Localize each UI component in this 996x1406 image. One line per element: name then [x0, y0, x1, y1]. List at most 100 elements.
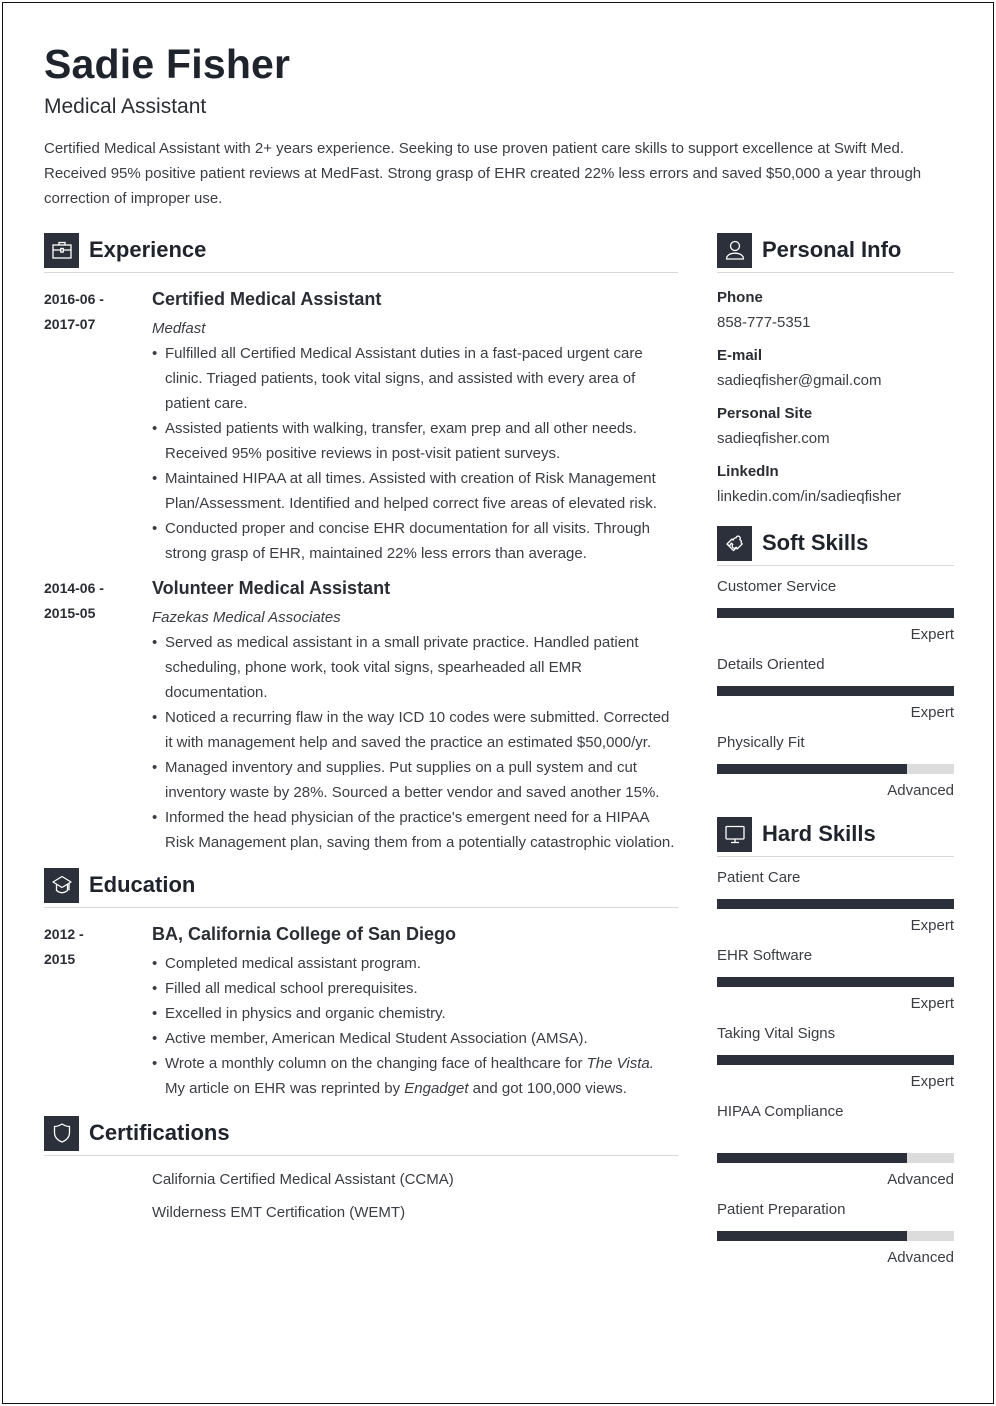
right-column: Personal Info Phone 858-777-5351 E-mail … — [717, 232, 954, 1267]
job-bullets: Served as medical assistant in a small p… — [152, 630, 678, 855]
experience-heading: Experience — [89, 237, 207, 262]
bullet-text: My article on EHR was reprinted by — [165, 1080, 405, 1097]
skill-item: Physically Fit Advanced — [717, 722, 954, 800]
resume-page: Sadie Fisher Medical Assistant Certified… — [2, 2, 994, 1404]
date-end: 2017-07 — [44, 316, 96, 332]
skill-name: Patient Care — [717, 869, 801, 886]
bullet-item: Maintained HIPAA at all times. Assisted … — [152, 466, 678, 516]
skill-level: Advanced — [887, 1171, 954, 1188]
entry-dates: 2012 - 2015 — [44, 922, 152, 1101]
skill-bar — [717, 1153, 954, 1163]
skill-item: Patient Preparation Advanced — [717, 1189, 954, 1267]
bullet-item: Fulfilled all Certified Medical Assistan… — [152, 341, 678, 416]
skill-name: Taking Vital Signs — [717, 1025, 836, 1042]
skill-item: Details Oriented Expert — [717, 644, 954, 722]
personal-info-heading: Personal Info — [762, 237, 902, 262]
left-column: Experience 2016-06 - 2017-07 Certified M… — [44, 232, 678, 1236]
linkedin-value[interactable]: linkedin.com/in/sadieqfisher — [717, 484, 954, 509]
job-title: Volunteer Medical Assistant — [152, 578, 391, 598]
bullet-text: Wrote a monthly column on the changing f… — [165, 1055, 587, 1072]
employer: Fazekas Medical Associates — [152, 609, 341, 626]
puzzle-piece-icon — [717, 525, 752, 561]
skill-bar — [717, 1231, 954, 1241]
skill-name: HIPAA Compliance — [717, 1103, 844, 1120]
skill-level: Expert — [910, 1073, 954, 1090]
skill-level: Expert — [910, 995, 954, 1012]
certification-item: California Certified Medical Assistant (… — [152, 1171, 454, 1188]
personal-info-section-header: Personal Info — [717, 232, 954, 273]
skill-item: Customer Service Expert — [717, 566, 954, 644]
certifications-heading: Certifications — [89, 1120, 230, 1145]
email-value[interactable]: sadieqfisher@gmail.com — [717, 368, 954, 393]
briefcase-icon — [44, 232, 79, 268]
skill-name: Customer Service — [717, 578, 837, 595]
skill-level: Advanced — [887, 1249, 954, 1266]
skill-bar-fill — [717, 1055, 954, 1065]
skill-bar-fill — [717, 899, 954, 909]
skill-bar — [717, 608, 954, 618]
experience-entry: 2014-06 - 2015-05 Volunteer Medical Assi… — [44, 576, 678, 855]
monitor-icon — [717, 816, 752, 852]
shield-icon — [44, 1115, 79, 1151]
employer: Medfast — [152, 320, 206, 337]
bullet-text: and got 100,000 views. — [468, 1080, 627, 1097]
personal-site-label: Personal Site — [717, 405, 813, 422]
education-section-header: Education — [44, 867, 678, 908]
personal-info-list: Phone 858-777-5351 E-mail sadieqfisher@g… — [717, 273, 954, 509]
phone-label: Phone — [717, 289, 763, 306]
skill-bar — [717, 977, 954, 987]
skill-name: Details Oriented — [717, 656, 825, 673]
candidate-name: Sadie Fisher — [44, 41, 291, 87]
skill-bar — [717, 899, 954, 909]
bullet-item: Managed inventory and supplies. Put supp… — [152, 755, 678, 805]
summary: Certified Medical Assistant with 2+ year… — [44, 140, 922, 207]
skill-bar — [717, 1055, 954, 1065]
bullet-item: Assisted patients with walking, transfer… — [152, 416, 678, 466]
soft-skills-heading: Soft Skills — [762, 530, 869, 555]
job-title: Certified Medical Assistant — [152, 289, 382, 309]
skill-level: Advanced — [887, 782, 954, 799]
date-end: 2015 — [44, 951, 76, 967]
user-icon — [717, 232, 752, 268]
phone-value: 858-777-5351 — [717, 314, 811, 331]
bullet-item: Wrote a monthly column on the changing f… — [152, 1051, 678, 1101]
entry-dates: 2016-06 - 2017-07 — [44, 287, 152, 566]
skill-bar-fill — [717, 686, 954, 696]
email-label: E-mail — [717, 347, 763, 364]
publication-name: Engadget — [404, 1080, 469, 1097]
candidate-title: Medical Assistant — [44, 95, 207, 118]
degree: BA, California College of San Diego — [152, 924, 457, 944]
skill-name: EHR Software — [717, 947, 813, 964]
bullet-item: Completed medical assistant program. — [152, 951, 678, 976]
skill-bar-fill — [717, 1231, 907, 1241]
skill-item: EHR Software Expert — [717, 935, 954, 1013]
experience-section-header: Experience — [44, 232, 678, 273]
skill-name: Physically Fit — [717, 734, 805, 751]
bullet-item: Conducted proper and concise EHR documen… — [152, 516, 678, 566]
education-bullets: Completed medical assistant program. Fil… — [152, 951, 678, 1101]
skill-bar-fill — [717, 764, 907, 774]
hard-skills-section-header: Hard Skills — [717, 816, 954, 857]
entry-dates: 2014-06 - 2015-05 — [44, 576, 152, 855]
skill-level: Expert — [910, 917, 954, 934]
publication-name: The Vista. — [586, 1055, 654, 1072]
bullet-item: Filled all medical school prerequisites. — [152, 976, 678, 1001]
date-start: 2016-06 - — [44, 291, 104, 307]
skill-item: HIPAA Compliance Advanced — [717, 1091, 954, 1189]
skill-item: Patient Care Expert — [717, 857, 954, 935]
personal-site-value[interactable]: sadieqfisher.com — [717, 426, 954, 451]
skill-bar-fill — [717, 977, 954, 987]
bullet-item: Excelled in physics and organic chemistr… — [152, 1001, 678, 1026]
certifications-list: California Certified Medical Assistant (… — [152, 1170, 678, 1222]
education-heading: Education — [89, 872, 196, 897]
certification-item: Wilderness EMT Certification (WEMT) — [152, 1204, 406, 1221]
bullet-item: Noticed a recurring flaw in the way ICD … — [152, 705, 678, 755]
skill-bar-fill — [717, 1153, 907, 1163]
certifications-section-header: Certifications — [44, 1115, 678, 1156]
skill-bar-fill — [717, 608, 954, 618]
bullet-item: Active member, American Medical Student … — [152, 1026, 678, 1051]
graduation-cap-icon — [44, 867, 79, 903]
education-entry: 2012 - 2015 BA, California College of Sa… — [44, 922, 678, 1101]
experience-entry: 2016-06 - 2017-07 Certified Medical Assi… — [44, 287, 678, 566]
skill-item: Taking Vital Signs Expert — [717, 1013, 954, 1091]
